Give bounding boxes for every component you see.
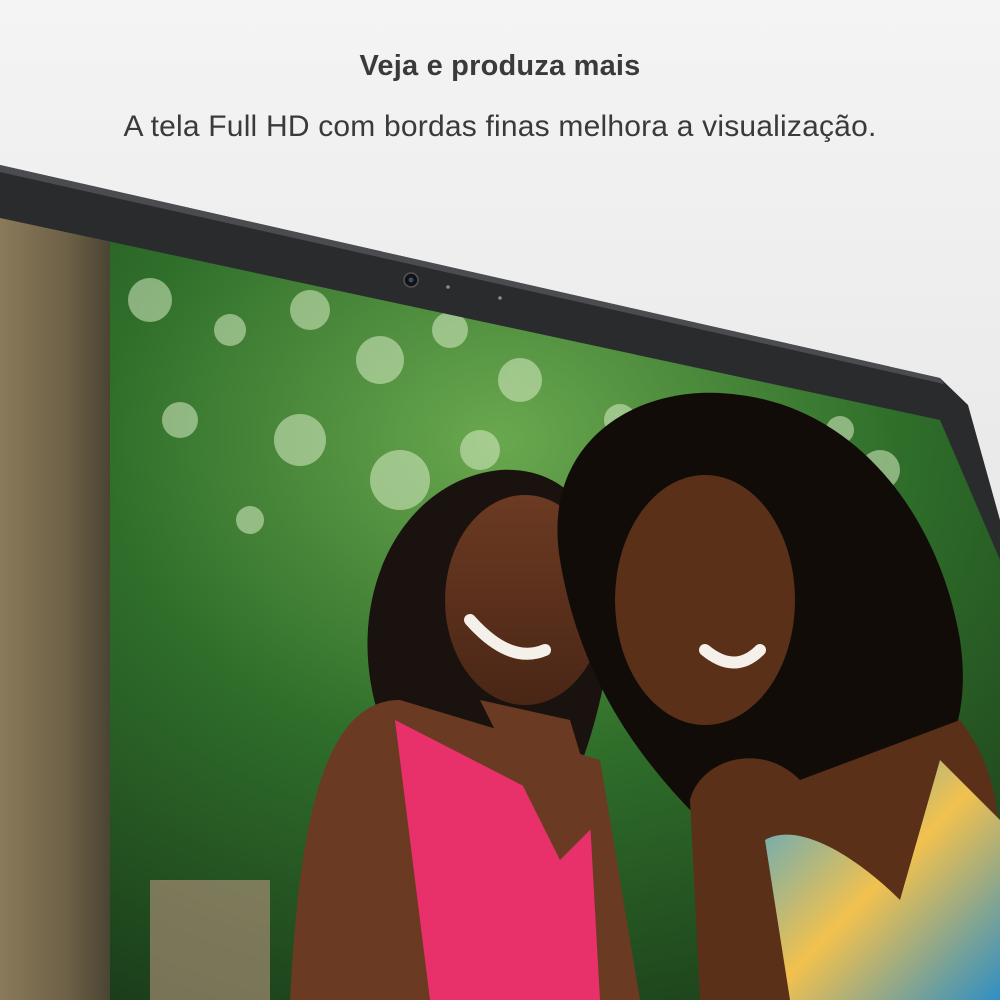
microphone-icon bbox=[446, 285, 450, 289]
laptop-illustration bbox=[0, 165, 1000, 1000]
microphone-icon bbox=[498, 296, 502, 300]
webcam-icon bbox=[403, 272, 419, 288]
